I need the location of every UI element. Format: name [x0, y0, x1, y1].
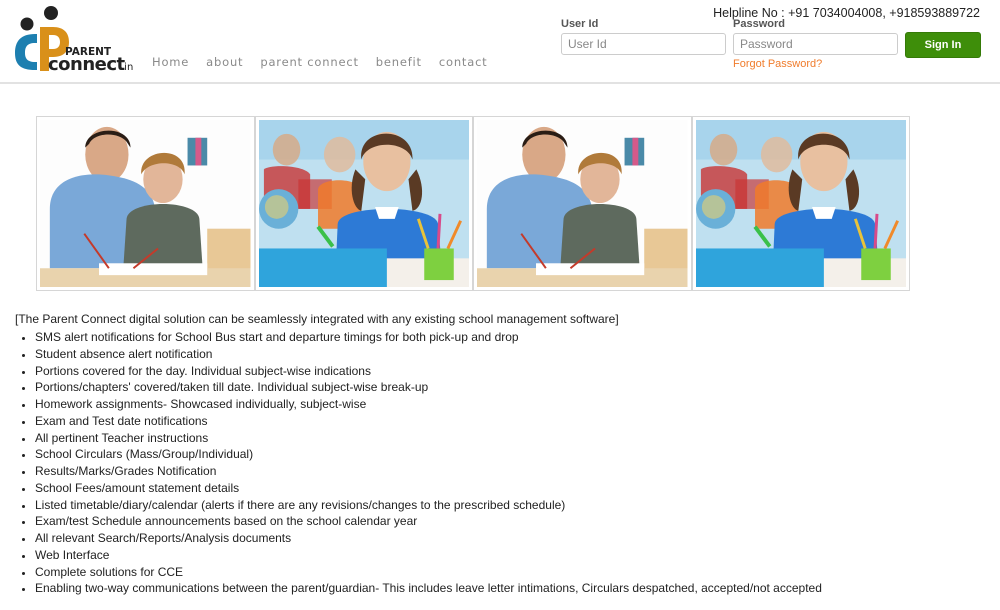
- svg-text:connect: connect: [48, 54, 126, 75]
- svg-text:.in: .in: [121, 62, 133, 73]
- nav-home[interactable]: Home: [152, 55, 189, 69]
- feature-item: Student absence alert notification: [22, 346, 822, 363]
- gallery-image-1: [37, 117, 256, 290]
- forgot-password-link[interactable]: Forgot Password?: [733, 58, 822, 70]
- password-input[interactable]: [733, 33, 898, 55]
- nav-about[interactable]: about: [206, 55, 243, 69]
- password-label: Password: [733, 18, 785, 30]
- gallery-image-2: [256, 117, 474, 290]
- girl-classroom-image-icon: [695, 120, 906, 287]
- feature-item: Exam and Test date notifications: [22, 413, 822, 430]
- feature-item: SMS alert notifications for School Bus s…: [22, 329, 822, 346]
- feature-item: Homework assignments- Showcased individu…: [22, 396, 822, 413]
- feature-item: School Fees/amount statement details: [22, 480, 822, 497]
- nav-benefit[interactable]: benefit: [376, 55, 422, 69]
- nav-contact[interactable]: contact: [439, 55, 488, 69]
- features-list: SMS alert notifications for School Bus s…: [22, 329, 822, 597]
- feature-item: Enabling two-way communications between …: [22, 581, 822, 596]
- main-nav: Home about parent connect benefit contac…: [152, 55, 505, 69]
- feature-item: Portions/chapters' covered/taken till da…: [22, 379, 822, 396]
- gallery-image-4: [693, 117, 910, 290]
- feature-item: Web Interface: [22, 547, 822, 564]
- girl-classroom-image-icon: [258, 120, 469, 287]
- parent-connect-logo[interactable]: PARENT connect .in: [13, 3, 138, 75]
- image-gallery: [36, 116, 910, 291]
- feature-item: Complete solutions for CCE: [22, 564, 822, 581]
- feature-item: All pertinent Teacher instructions: [22, 430, 822, 447]
- teacher-student-image-icon: [477, 120, 688, 287]
- integration-intro: [The Parent Connect digital solution can…: [15, 312, 619, 326]
- user-id-label: User Id: [561, 18, 599, 30]
- logo-mark-icon: PARENT connect .in: [15, 6, 133, 75]
- feature-item: Listed timetable/diary/calendar (alerts …: [22, 497, 822, 514]
- feature-item: Exam/test Schedule announcements based o…: [22, 513, 822, 530]
- feature-item: All relevant Search/Reports/Analysis doc…: [22, 530, 822, 547]
- site-header: PARENT connect .in Home about parent con…: [0, 0, 1000, 84]
- nav-parent-connect[interactable]: parent connect: [260, 55, 358, 69]
- feature-item: Portions covered for the day. Individual…: [22, 363, 822, 380]
- teacher-student-image-icon: [40, 120, 251, 287]
- gallery-image-3: [474, 117, 693, 290]
- feature-item: School Circulars (Mass/Group/Individual): [22, 446, 822, 463]
- user-id-input[interactable]: [561, 33, 726, 55]
- sign-in-button[interactable]: Sign In: [905, 32, 981, 58]
- feature-item: Results/Marks/Grades Notification: [22, 463, 822, 480]
